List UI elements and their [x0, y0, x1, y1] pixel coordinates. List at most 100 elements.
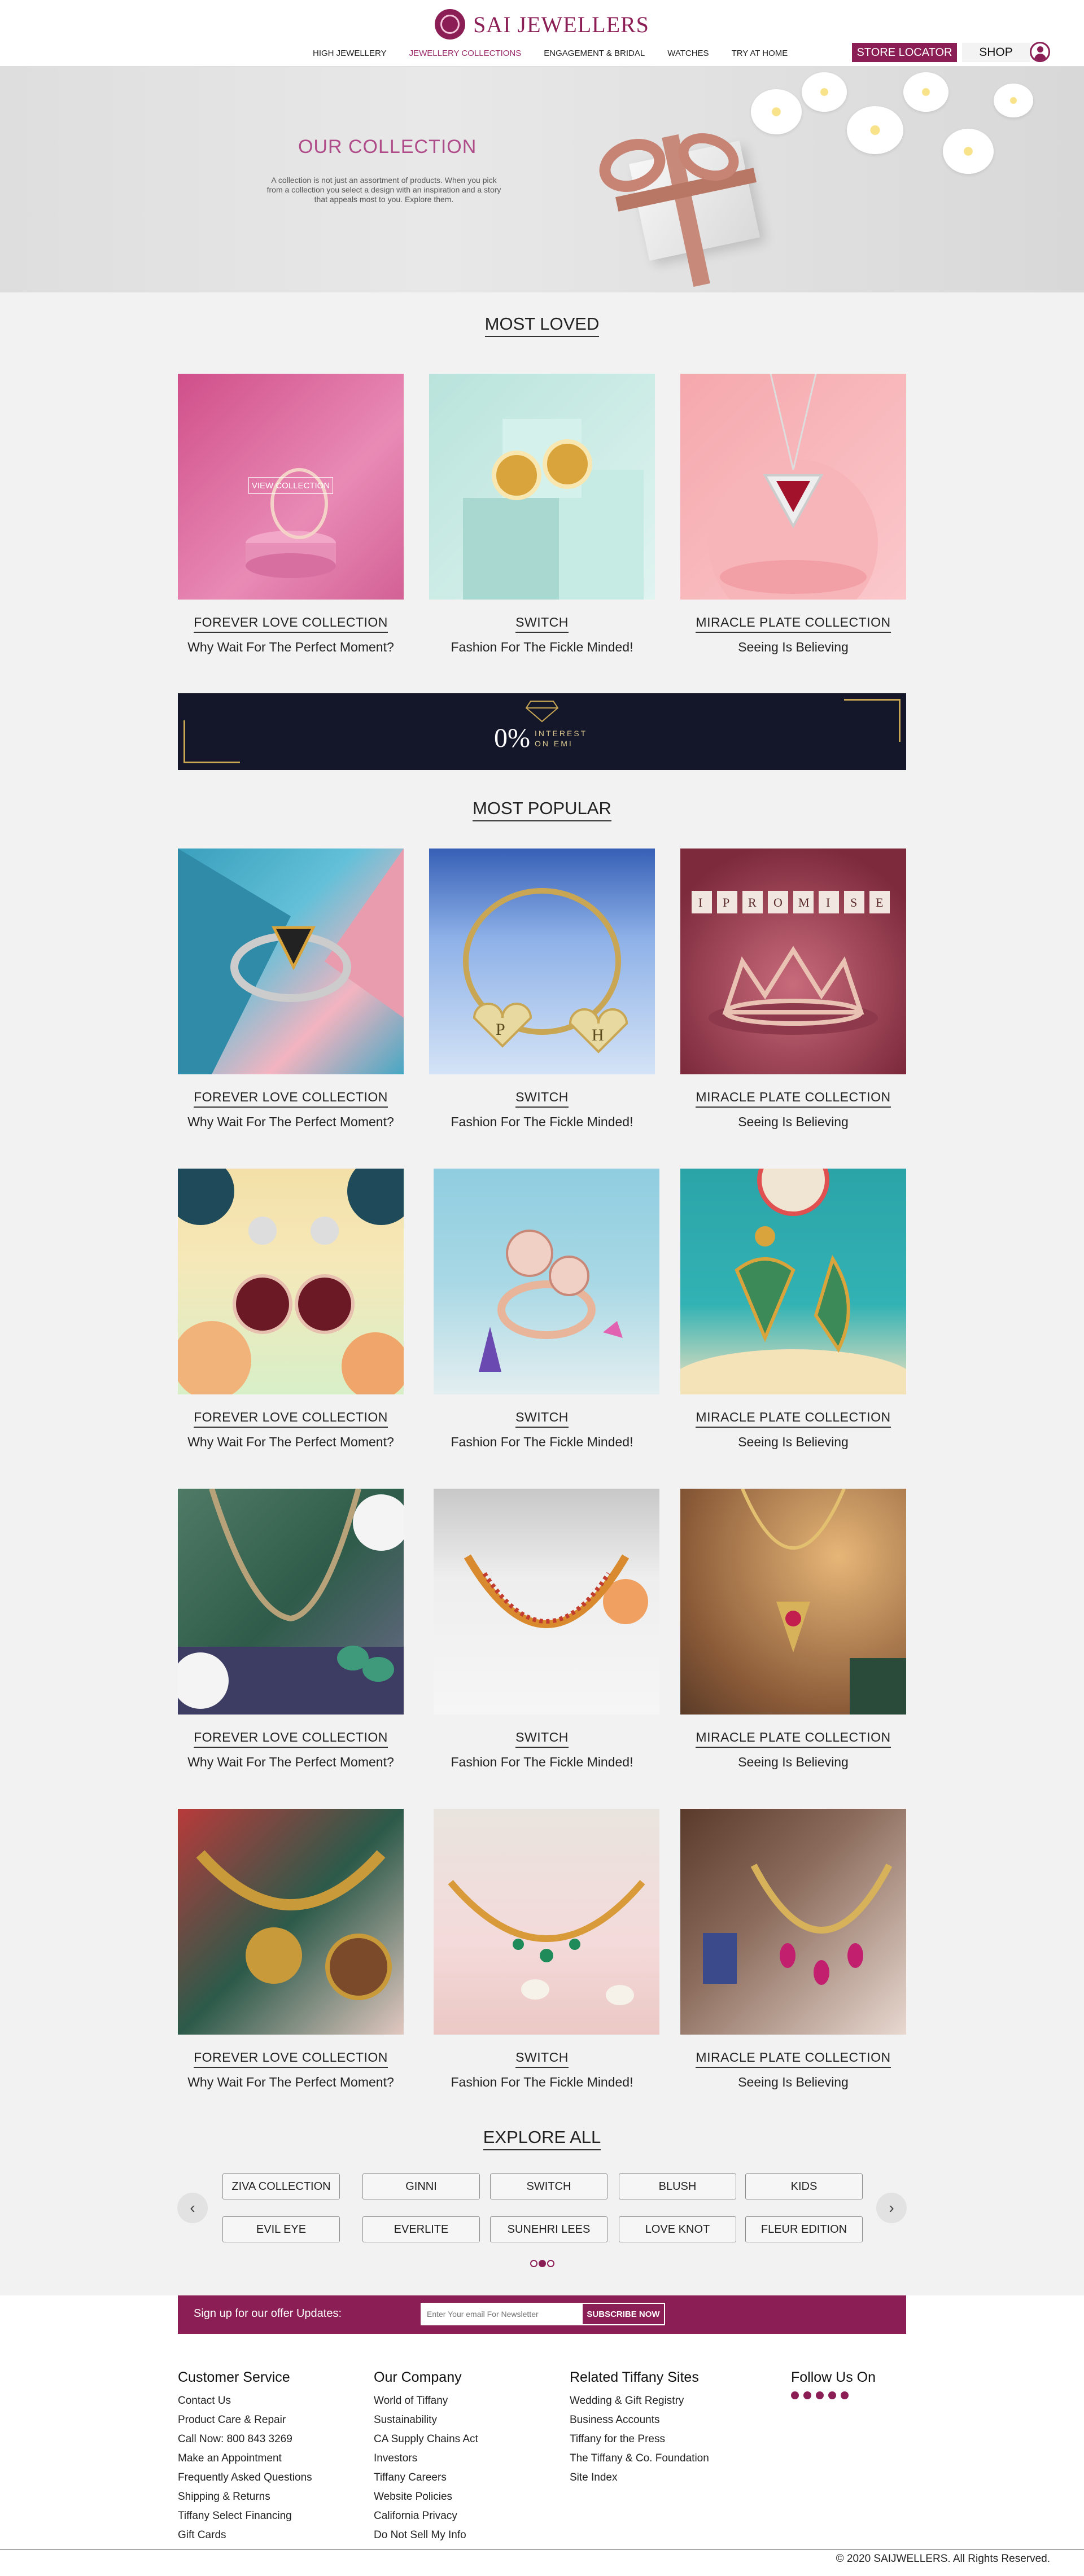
user-icon[interactable] [1030, 42, 1050, 62]
collection-card-image[interactable] [178, 849, 404, 1074]
collection-title[interactable]: MIRACLE PLATE COLLECTION [680, 1090, 906, 1108]
collection-subtitle: Fashion For The Fickle Minded! [451, 1434, 633, 1449]
carousel-dot-active[interactable] [539, 2260, 546, 2267]
collection-title[interactable]: FOREVER LOVE COLLECTION [178, 1730, 404, 1748]
site-header: SAI JEWELLERS HIGH JEWELLERY JEWELLERY C… [0, 0, 1084, 67]
explore-pill[interactable]: SUNEHRI LEES [490, 2216, 607, 2242]
collection-card-image[interactable] [680, 1169, 906, 1394]
explore-pill[interactable]: KIDS [745, 2173, 863, 2199]
collection-title[interactable]: MIRACLE PLATE COLLECTION [680, 615, 906, 633]
youtube-icon[interactable] [803, 2391, 811, 2399]
emi-caption: INTEREST ON EMI [534, 728, 588, 748]
store-locator-button[interactable]: STORE LOCATOR [852, 43, 957, 62]
collection-title[interactable]: MIRACLE PLATE COLLECTION [680, 1730, 906, 1748]
footer-link[interactable]: Make an Appointment [178, 2449, 312, 2468]
collection-title[interactable]: MIRACLE PLATE COLLECTION [680, 2050, 906, 2068]
footer-link[interactable]: Contact Us [178, 2391, 312, 2411]
nav-engagement-bridal[interactable]: ENGAGEMENT & BRIDAL [544, 49, 645, 58]
copyright: © 2020 SAIJWELLERS. All Rights Reserved. [836, 2553, 1050, 2565]
explore-pill[interactable]: ZIVA COLLECTION [222, 2173, 340, 2199]
facebook-icon[interactable] [791, 2391, 799, 2399]
footer-link[interactable]: Tiffany Select Financing [178, 2507, 312, 2526]
footer-heading: Customer Service [178, 2369, 290, 2385]
orchid-flower-image [751, 89, 802, 134]
nav-high-jewellery[interactable]: HIGH JEWELLERY [313, 49, 387, 58]
explore-pill[interactable]: BLUSH [619, 2173, 736, 2199]
pendant-letter: H [592, 1026, 604, 1044]
emi-promo-banner[interactable]: 0% INTEREST ON EMI [178, 693, 906, 770]
collection-card-image[interactable] [680, 1809, 906, 2035]
collection-title[interactable]: FOREVER LOVE COLLECTION [178, 1090, 404, 1108]
footer-link[interactable]: Tiffany for the Press [570, 2430, 709, 2449]
nav-try-at-home[interactable]: TRY AT HOME [732, 49, 788, 58]
footer-link[interactable]: Gift Cards [178, 2526, 312, 2545]
collection-card-image[interactable]: VIEW COLLECTION [178, 374, 404, 600]
pinterest-icon[interactable] [828, 2391, 836, 2399]
collection-title[interactable]: FOREVER LOVE COLLECTION [178, 615, 404, 633]
footer-link[interactable]: Product Care & Repair [178, 2411, 312, 2430]
footer-link[interactable]: Tiffany Careers [374, 2468, 478, 2487]
explore-pill[interactable]: EVIL EYE [222, 2216, 340, 2242]
carousel-dot[interactable] [530, 2260, 537, 2267]
footer-link[interactable]: Sustainability [374, 2411, 478, 2430]
explore-pill[interactable]: EVERLITE [362, 2216, 480, 2242]
view-collection-button[interactable]: VIEW COLLECTION [248, 477, 333, 494]
collection-card-image[interactable] [178, 1809, 404, 2035]
collection-card-image[interactable]: P H [429, 849, 655, 1074]
collection-title[interactable]: SWITCH [429, 1090, 655, 1108]
explore-pill[interactable]: SWITCH [490, 2173, 607, 2199]
shop-button[interactable]: SHOP [962, 43, 1030, 62]
collection-card-image[interactable] [434, 1809, 659, 2035]
carousel-dot[interactable] [547, 2260, 554, 2267]
explore-pill[interactable]: LOVE KNOT [619, 2216, 736, 2242]
footer-heading: Follow Us On [791, 2369, 876, 2385]
footer-link[interactable]: Shipping & Returns [178, 2487, 312, 2507]
collection-card-image[interactable] [178, 1489, 404, 1715]
emi-offer-text: 0% INTEREST ON EMI [494, 723, 587, 754]
nav-watches[interactable]: WATCHES [667, 49, 709, 58]
newsletter-email-input[interactable] [421, 2303, 584, 2325]
orchid-flower-image [943, 129, 994, 174]
footer-link[interactable]: CA Supply Chains Act [374, 2430, 478, 2449]
crown-ring-image: I P R O M I S E [692, 891, 890, 1035]
footer-link[interactable]: Site Index [570, 2468, 709, 2487]
footer-link[interactable]: Do Not Sell My Info [374, 2526, 478, 2545]
footer-link[interactable]: Investors [374, 2449, 478, 2468]
collection-card-image[interactable] [680, 374, 906, 600]
footer-link[interactable]: Website Policies [374, 2487, 478, 2507]
footer-link[interactable]: World of Tiffany [374, 2391, 478, 2411]
collection-title[interactable]: MIRACLE PLATE COLLECTION [680, 1410, 906, 1428]
collection-title[interactable]: SWITCH [429, 1730, 655, 1748]
collection-card-image[interactable]: I P R O M I S E [680, 849, 906, 1074]
promise-letter: S [850, 895, 857, 909]
collection-title[interactable]: SWITCH [429, 2050, 655, 2068]
carousel-next-button[interactable]: › [876, 2193, 907, 2223]
explore-pill[interactable]: FLEUR EDITION [745, 2216, 863, 2242]
footer-link[interactable]: Call Now: 800 843 3269 [178, 2430, 312, 2449]
footer-link[interactable]: Frequently Asked Questions [178, 2468, 312, 2487]
carousel-prev-button[interactable]: ‹ [177, 2193, 208, 2223]
collection-title[interactable]: SWITCH [429, 1410, 655, 1428]
collection-title[interactable]: FOREVER LOVE COLLECTION [178, 2050, 404, 2068]
ruby-necklace-image [703, 1864, 893, 1985]
instagram-icon[interactable] [841, 2391, 849, 2399]
collection-subtitle: Fashion For The Fickle Minded! [451, 1755, 633, 1769]
footer-link[interactable]: The Tiffany & Co. Foundation [570, 2449, 709, 2468]
most-loved-heading: MOST LOVED [0, 314, 1084, 337]
collection-card-image[interactable] [429, 374, 655, 600]
collection-card-image[interactable] [434, 1169, 659, 1394]
collection-title[interactable]: FOREVER LOVE COLLECTION [178, 1410, 404, 1428]
collection-card-image[interactable] [178, 1169, 404, 1394]
subscribe-button[interactable]: SUBSCRIBE NOW [582, 2303, 665, 2325]
collection-card-image[interactable] [680, 1489, 906, 1715]
collection-card-image[interactable] [434, 1489, 659, 1715]
nav-jewellery-collections[interactable]: JEWELLERY COLLECTIONS [409, 49, 522, 58]
footer-link[interactable]: Wedding & Gift Registry [570, 2391, 709, 2411]
twitter-icon[interactable] [816, 2391, 824, 2399]
explore-pill[interactable]: GINNI [362, 2173, 480, 2199]
collection-title[interactable]: SWITCH [429, 615, 655, 633]
brand[interactable]: SAI JEWELLERS [0, 9, 1084, 40]
footer-link[interactable]: California Privacy [374, 2507, 478, 2526]
footer-link[interactable]: Business Accounts [570, 2411, 709, 2430]
collection-subtitle: Why Wait For The Perfect Moment? [187, 1755, 394, 1769]
